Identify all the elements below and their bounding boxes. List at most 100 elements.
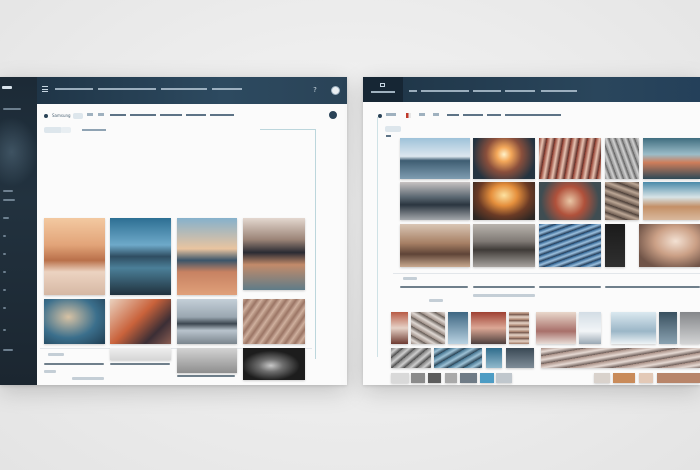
photo-thumb-black-panel[interactable] [605, 224, 625, 267]
sidebar-item[interactable] [3, 253, 6, 255]
photo-thumb-red-panel[interactable] [471, 312, 506, 344]
flag-icon[interactable] [406, 113, 411, 118]
toolbar-item[interactable] [386, 113, 396, 116]
photo-thumb-silk-fold[interactable] [639, 224, 700, 267]
row-caption [403, 277, 417, 280]
title-bar [363, 77, 700, 102]
filter-chip[interactable] [385, 126, 401, 132]
photo-thumb-shelf[interactable] [509, 312, 529, 344]
photo-thumb-waterfall-red[interactable] [539, 138, 601, 179]
photo-thumb-red-strip[interactable] [391, 312, 408, 344]
nav-home-icon[interactable] [380, 83, 385, 87]
photo-thumb-desert-dune[interactable] [44, 218, 105, 295]
photo-thumb-grey-cliff[interactable] [680, 312, 700, 344]
photo-thumb-bay-teal[interactable] [643, 138, 700, 179]
title-menu-bar[interactable] [409, 90, 579, 93]
filter-bar [37, 124, 317, 140]
toolbar-item[interactable] [98, 113, 104, 116]
photo-thumb-mini-1[interactable] [391, 373, 409, 383]
photo-thumb-blue-panel[interactable] [448, 312, 468, 344]
meta-line [110, 363, 170, 365]
meta-line [643, 286, 700, 288]
photo-thumb-teal-block[interactable] [486, 348, 502, 368]
photo-thumb-blue-lines[interactable] [539, 224, 601, 267]
meta-line [400, 286, 468, 288]
toolbar-menu-links[interactable] [447, 114, 562, 117]
toolbar-menu-links[interactable] [110, 114, 235, 117]
meta-line [429, 299, 443, 302]
photo-thumb-sand-texture[interactable] [243, 299, 305, 344]
sidebar-item[interactable] [3, 190, 13, 192]
photo-thumb-mini-9[interactable] [613, 373, 635, 383]
photo-thumb-dark-figure[interactable] [243, 348, 305, 380]
sidebar-item[interactable] [3, 271, 6, 273]
toolbar-action-icon[interactable] [329, 111, 337, 119]
photo-thumb-wave-grey[interactable] [391, 348, 431, 368]
record-dot-icon[interactable] [44, 114, 48, 118]
title-menu-bar[interactable] [55, 88, 260, 91]
row-caption [48, 353, 64, 356]
filter-chip[interactable] [61, 127, 71, 133]
toolbar [363, 108, 700, 124]
photo-thumb-mini-6[interactable] [480, 373, 494, 383]
photo-thumb-sunset-coast[interactable] [177, 218, 237, 295]
photo-thumb-golden-road[interactable] [473, 182, 535, 220]
sidebar-item[interactable] [3, 199, 15, 201]
sidebar-item[interactable] [3, 289, 6, 291]
photo-thumb-mini-7[interactable] [496, 373, 512, 383]
photo-thumb-lake-dusk[interactable] [243, 218, 305, 290]
photo-thumb-dune-sky[interactable] [643, 182, 700, 220]
sidebar-item[interactable] [3, 235, 6, 237]
photo-thumb-blue-waves[interactable] [44, 299, 105, 344]
sidebar-item[interactable] [3, 349, 13, 351]
account-icon[interactable] [331, 86, 340, 95]
photo-thumb-abstract-red[interactable] [539, 182, 601, 220]
toolbar-item[interactable] [87, 113, 93, 116]
meta-line [473, 286, 535, 288]
photo-thumb-calm-sea[interactable] [400, 138, 470, 179]
photo-thumb-dark-sea[interactable] [659, 312, 677, 344]
record-dot-icon[interactable] [378, 114, 382, 118]
sidebar [0, 77, 38, 385]
sidebar-item[interactable] [3, 108, 21, 110]
sidebar-logo-icon[interactable] [2, 86, 12, 89]
photo-thumb-lounge[interactable] [473, 224, 535, 267]
photo-thumb-moody-coast[interactable] [400, 182, 470, 220]
sidebar-item[interactable] [3, 307, 6, 309]
photo-thumb-tan[interactable] [536, 312, 576, 344]
photo-thumb-grey-field[interactable] [177, 348, 237, 373]
photo-thumb-mini-11[interactable] [657, 373, 700, 383]
sidebar-item[interactable] [3, 329, 6, 331]
photo-thumb-mini-10[interactable] [639, 373, 653, 383]
photo-thumb-stone-texture[interactable] [605, 138, 639, 179]
photo-thumb-ocean-swirl[interactable] [434, 348, 482, 368]
photo-thumb-dark-block[interactable] [506, 348, 534, 368]
filter-chip[interactable] [44, 127, 62, 133]
photo-thumb-sand-ribbon[interactable] [541, 348, 700, 368]
toolbar-item[interactable]: Samsung [52, 113, 71, 118]
meta-line [473, 294, 535, 297]
photo-thumb-mini-4[interactable] [445, 373, 457, 383]
photo-thumb-snow[interactable] [579, 312, 601, 344]
photo-thumb-rock-face[interactable] [605, 182, 639, 220]
sidebar-item[interactable] [3, 217, 9, 219]
help-icon[interactable]: ? [311, 86, 319, 94]
toolbar-item[interactable] [433, 113, 439, 116]
photo-thumb-mini-5[interactable] [460, 373, 477, 383]
help-icon-glyph: ? [313, 86, 317, 94]
photo-thumb-pale[interactable] [110, 348, 171, 360]
photo-thumb-bedroom[interactable] [400, 224, 470, 267]
toolbar-item[interactable] [419, 113, 425, 116]
photo-thumb-pale-sky[interactable] [611, 312, 656, 344]
photo-thumb-mini-3[interactable] [428, 373, 441, 383]
photo-thumb-misty-lake[interactable] [177, 299, 237, 344]
menu-icon[interactable] [42, 86, 48, 92]
photo-thumb-fiery-sky[interactable] [110, 299, 171, 344]
photo-thumb-mini-8[interactable] [594, 373, 610, 383]
meta-line [44, 370, 56, 373]
photo-thumb-sea-mountains[interactable] [110, 218, 171, 295]
toolbar-chip[interactable] [73, 113, 83, 119]
photo-thumb-sun-horizon[interactable] [473, 138, 535, 179]
photo-thumb-waves-grey[interactable] [411, 312, 445, 344]
photo-thumb-mini-2[interactable] [411, 373, 425, 383]
